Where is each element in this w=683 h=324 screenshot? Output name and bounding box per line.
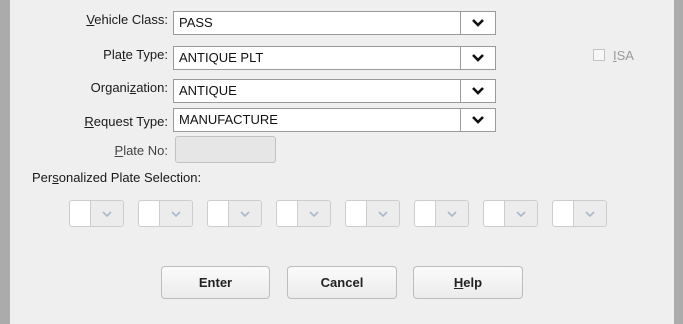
plate-char-dropdown-button[interactable]: [159, 201, 192, 226]
plate-char-dropdown-button[interactable]: [366, 201, 399, 226]
plate-char-select-5[interactable]: [345, 200, 400, 227]
chevron-down-icon: [516, 210, 526, 217]
plate-char-select-3[interactable]: [207, 200, 262, 227]
help-button-label: Help: [453, 275, 483, 290]
chevron-down-icon: [447, 210, 457, 217]
organization-value: ANTIQUE: [179, 83, 237, 98]
request-type-select[interactable]: MANUFACTURE: [173, 108, 496, 132]
vehicle-class-value: PASS: [179, 15, 213, 30]
plate-type-label: Plate Type:: [103, 47, 168, 62]
checkbox-icon[interactable]: [593, 49, 605, 61]
chevron-down-icon: [472, 54, 484, 62]
request-type-dropdown-button[interactable]: [460, 109, 495, 131]
chevron-down-icon: [240, 210, 250, 217]
help-button[interactable]: Help: [413, 266, 523, 299]
plate-no-input[interactable]: [175, 136, 276, 163]
plate-char-select-7[interactable]: [483, 200, 538, 227]
chevron-down-icon: [102, 210, 112, 217]
plate-char-select-6[interactable]: [414, 200, 469, 227]
isa-label: ISA: [613, 48, 634, 63]
plate-type-dropdown-button[interactable]: [460, 47, 495, 69]
plate-char-dropdown-button[interactable]: [435, 201, 468, 226]
plate-char-select-1[interactable]: [69, 200, 124, 227]
organization-label: Organization:: [90, 80, 168, 95]
chevron-down-icon: [472, 116, 484, 124]
chevron-down-icon: [472, 19, 484, 27]
vehicle-class-select[interactable]: PASS: [173, 11, 496, 35]
plate-char-dropdown-button[interactable]: [504, 201, 537, 226]
plate-char-dropdown-button[interactable]: [573, 201, 606, 226]
plate-char-select-8[interactable]: [552, 200, 607, 227]
organization-dropdown-button[interactable]: [460, 80, 495, 102]
chevron-down-icon: [378, 210, 388, 217]
plate-char-select-4[interactable]: [276, 200, 331, 227]
chevron-down-icon: [585, 210, 595, 217]
chevron-down-icon: [472, 87, 484, 95]
cancel-button[interactable]: Cancel: [287, 266, 397, 299]
plate-char-dropdown-button[interactable]: [90, 201, 123, 226]
chevron-down-icon: [309, 210, 319, 217]
plate-type-select[interactable]: ANTIQUE PLT: [173, 46, 496, 70]
plate-no-label: Plate No:: [114, 143, 168, 158]
plate-char-select-2[interactable]: [138, 200, 193, 227]
enter-button[interactable]: Enter: [161, 266, 270, 299]
vehicle-class-label: Vehicle Class:: [86, 12, 168, 27]
plate-char-dropdown-button[interactable]: [297, 201, 330, 226]
request-type-label: Request Type:: [84, 114, 168, 129]
personalized-plate-label: Personalized Plate Selection:: [32, 170, 202, 185]
plate-request-panel: Vehicle Class: PASS Plate Type: ANTIQUE …: [10, 0, 674, 324]
chevron-down-icon: [171, 210, 181, 217]
vehicle-class-dropdown-button[interactable]: [460, 12, 495, 34]
organization-select[interactable]: ANTIQUE: [173, 79, 496, 103]
plate-char-dropdown-button[interactable]: [228, 201, 261, 226]
request-type-value: MANUFACTURE: [179, 112, 278, 127]
plate-type-value: ANTIQUE PLT: [179, 50, 264, 65]
